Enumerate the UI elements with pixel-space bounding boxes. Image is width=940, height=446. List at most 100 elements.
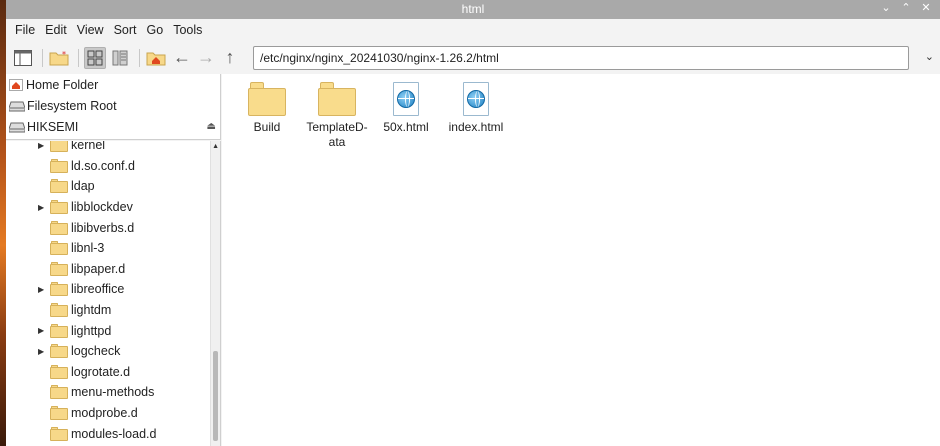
tree-item[interactable]: ld.so.conf.d (6, 156, 210, 177)
folder-icon (50, 344, 68, 359)
html-file-icon (463, 82, 489, 116)
new-folder-button[interactable]: * (48, 47, 70, 69)
tree-item-label: modules-load.d (71, 426, 157, 441)
place-label: HIKSEMI (27, 119, 79, 134)
tree-item-label: logcheck (71, 344, 121, 359)
tree-item[interactable]: modules-load.d (6, 423, 210, 444)
expander-icon[interactable]: ▶ (38, 347, 48, 356)
icon-view-icon (87, 50, 103, 65)
folder-icon (318, 82, 356, 116)
tree-item-label: lightdm (71, 303, 112, 318)
folder-icon (50, 141, 68, 153)
tree-item[interactable]: lightdm (6, 300, 210, 321)
path-dropdown-icon[interactable]: ⌄ (925, 50, 934, 63)
expander-icon[interactable]: ▶ (38, 141, 48, 150)
toolbar-separator (78, 48, 79, 67)
place-label: Filesystem Root (27, 98, 117, 113)
file-name: 50x.html (383, 120, 429, 134)
tree-item[interactable]: ▶ kernel (6, 141, 210, 156)
scrollbar-thumb[interactable] (213, 351, 218, 441)
tree-scrollbar[interactable]: ▲ (210, 141, 220, 446)
window-title: html (461, 2, 485, 16)
folder-icon (50, 364, 68, 379)
folder-icon (50, 303, 68, 318)
tree-item[interactable]: logrotate.d (6, 362, 210, 383)
tree-item-label: libpaper.d (71, 261, 126, 276)
tree-item[interactable]: ldap (6, 176, 210, 197)
folder-icon (50, 385, 68, 400)
file-name: TemplateD- ata (306, 120, 368, 149)
sidepane-icon (14, 49, 32, 66)
html-file-icon (393, 82, 419, 116)
list-view-button[interactable] (109, 47, 131, 69)
place-home-folder[interactable]: Home Folder (6, 74, 220, 95)
file-name: Build (253, 120, 281, 134)
tree-item-label: ld.so.conf.d (71, 158, 135, 173)
tree-item-label: kernel (71, 141, 106, 153)
scroll-up-icon[interactable]: ▲ (212, 143, 219, 150)
places-pane: Home Folder Filesystem Root HIKSEMI ⏏ (6, 74, 221, 140)
home-button[interactable] (145, 47, 167, 69)
tree-item[interactable]: libibverbs.d (6, 217, 210, 238)
tree-item-label: ldap (71, 179, 95, 194)
toolbar-separator (42, 48, 43, 67)
menu-sort[interactable]: Sort (109, 23, 142, 37)
tree-item[interactable]: menu-methods (6, 382, 210, 403)
menu-file[interactable]: File (10, 23, 40, 37)
up-arrow-icon[interactable]: ↑ (218, 47, 242, 68)
directory-tree: ▶ kernel ld.so.conf.d ldap ▶ libblockdev libib… (6, 141, 221, 446)
folder-icon (50, 406, 68, 421)
back-arrow-icon[interactable]: ← (170, 47, 194, 68)
minimize-icon[interactable]: ⌄ (880, 1, 892, 14)
folder-icon (248, 82, 286, 116)
place-hiksemi[interactable]: HIKSEMI ⏏ (6, 116, 220, 137)
expander-icon[interactable]: ▶ (38, 203, 48, 212)
expander-icon[interactable]: ▶ (38, 285, 48, 294)
file-item-index-html[interactable]: index.html (441, 78, 511, 135)
title-bar[interactable]: html ⌄ ⌃ ✕ (6, 0, 940, 19)
folder-icon (50, 261, 68, 276)
place-filesystem-root[interactable]: Filesystem Root (6, 95, 220, 116)
toolbar: * ← → ↑ /etc/nginx/nginx_20241030/nginx-… (6, 41, 940, 74)
tree-item[interactable]: ▶ libreoffice (6, 279, 210, 300)
tree-item[interactable]: libpaper.d (6, 259, 210, 280)
drive-icon (9, 101, 25, 111)
file-manager-window: html ⌄ ⌃ ✕ File Edit View Sort Go Tools … (6, 0, 940, 446)
tree-item[interactable]: ▶ lighttpd (6, 320, 210, 341)
tree-item[interactable]: ▶ logcheck (6, 341, 210, 362)
menu-go[interactable]: Go (142, 23, 169, 37)
tree-item-label: menu-methods (71, 385, 155, 400)
menu-edit[interactable]: Edit (40, 23, 72, 37)
tree-item-label: libreoffice (71, 282, 125, 297)
file-item-build[interactable]: Build (232, 78, 302, 135)
drive-icon (9, 122, 25, 132)
eject-icon[interactable]: ⏏ (207, 121, 216, 132)
tree-item-label: libibverbs.d (71, 220, 135, 235)
file-item-templatedata[interactable]: TemplateD- ata (302, 78, 372, 150)
file-icon-view[interactable]: Build TemplateD- ata 50x.html index.html (222, 74, 940, 446)
path-input[interactable]: /etc/nginx/nginx_20241030/nginx-1.26.2/h… (253, 46, 909, 70)
tree-item-label: lighttpd (71, 323, 112, 338)
file-name: index.html (448, 120, 504, 134)
tree-item-label: libblockdev (71, 200, 133, 215)
close-icon[interactable]: ✕ (920, 1, 932, 14)
menu-tools[interactable]: Tools (168, 23, 207, 37)
main-content: Home Folder Filesystem Root HIKSEMI ⏏ ▶ k… (6, 74, 940, 446)
tree-item[interactable]: libnl-3 (6, 238, 210, 259)
menu-view[interactable]: View (72, 23, 109, 37)
menu-bar: File Edit View Sort Go Tools (6, 19, 940, 41)
maximize-icon[interactable]: ⌃ (900, 1, 912, 14)
forward-arrow-icon[interactable]: → (194, 47, 218, 68)
expander-icon[interactable]: ▶ (38, 326, 48, 335)
folder-icon (50, 200, 68, 215)
icon-view-button[interactable] (84, 46, 106, 69)
toggle-sidepane-button[interactable] (12, 47, 34, 69)
file-item-50x-html[interactable]: 50x.html (371, 78, 441, 135)
new-folder-icon: * (49, 50, 69, 65)
tree-item[interactable]: modprobe.d (6, 403, 210, 424)
tree-item[interactable]: ▶ libblockdev (6, 197, 210, 218)
tree-item-label: modprobe.d (71, 406, 138, 421)
tree-item-label: logrotate.d (71, 364, 131, 379)
folder-icon (50, 241, 68, 256)
toolbar-separator (139, 48, 140, 67)
